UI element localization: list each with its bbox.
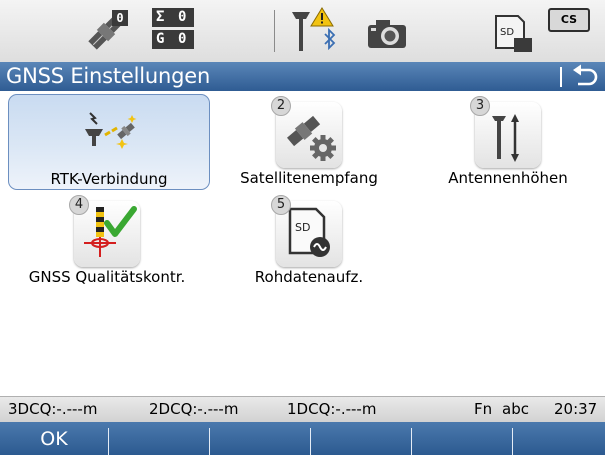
menu-item-antennenhoehen[interactable]: 3 Antennenhöhen bbox=[408, 94, 605, 188]
menu-item-rohdatenaufz[interactable]: 5 SD Rohdatenaufz. bbox=[209, 195, 409, 290]
fkey-5-button[interactable] bbox=[412, 422, 512, 455]
menu-item-label: Antennenhöhen bbox=[448, 169, 568, 187]
status-bar: 0 Σ 0 G 0 SD CS bbox=[0, 0, 605, 63]
counter-icon[interactable]: Σ 0 G 0 bbox=[152, 8, 194, 50]
number-badge: 4 bbox=[69, 195, 89, 215]
title-separator bbox=[560, 67, 562, 87]
menu-item-label: RTK-Verbindung bbox=[50, 170, 168, 188]
fkey-2-button[interactable] bbox=[109, 422, 209, 455]
fkey-3-button[interactable] bbox=[210, 422, 310, 455]
camera-icon[interactable] bbox=[366, 18, 408, 50]
satellite-gear-icon: 2 bbox=[271, 96, 342, 168]
clock: 20:37 bbox=[554, 400, 598, 418]
quality-check-icon: 4 bbox=[69, 195, 140, 267]
back-button[interactable] bbox=[569, 64, 601, 89]
menu-item-label: Rohdatenaufz. bbox=[254, 268, 364, 286]
menu-item-gnss-qualitaetskontr[interactable]: 4 GNSS Qualitätskontr. bbox=[7, 195, 207, 290]
number-badge: 3 bbox=[470, 96, 490, 116]
g-value: 0 bbox=[178, 31, 187, 47]
dcq3-readout: 3DCQ:-.---m bbox=[8, 400, 98, 418]
number-badge: 2 bbox=[271, 96, 291, 116]
function-key-bar: OK bbox=[0, 422, 605, 455]
g-label: G bbox=[156, 31, 165, 47]
sd-card-icon[interactable]: SD bbox=[492, 14, 534, 54]
sigma-label: Σ bbox=[156, 9, 165, 25]
antenna-height-icon: 3 bbox=[470, 96, 541, 168]
dcq1-readout: 1DCQ:-.---m bbox=[287, 400, 377, 418]
status-separator bbox=[274, 10, 275, 52]
sigma-value: 0 bbox=[178, 9, 187, 25]
input-mode-indicator: abc bbox=[502, 400, 529, 418]
bluetooth-icon bbox=[322, 27, 338, 51]
dcq2-readout: 2DCQ:-.---m bbox=[149, 400, 239, 418]
back-arrow-icon bbox=[573, 64, 598, 86]
fkey-4-button[interactable] bbox=[311, 422, 411, 455]
info-bar: 3DCQ:-.---m 2DCQ:-.---m 1DCQ:-.---m Fn a… bbox=[0, 396, 605, 422]
fkey-ok-button[interactable]: OK bbox=[0, 422, 108, 455]
page-title: GNSS Einstellungen bbox=[6, 64, 211, 88]
menu-item-satellitenempfang[interactable]: 2 Satellitenempfang bbox=[209, 94, 409, 188]
raw-data-sd-icon: 5 SD bbox=[271, 195, 342, 267]
menu-item-rtk-verbindung[interactable]: RTK-Verbindung bbox=[8, 94, 210, 190]
number-badge: 5 bbox=[271, 195, 291, 215]
menu-item-label: GNSS Qualitätskontr. bbox=[28, 268, 186, 286]
satellite-count: 0 bbox=[112, 10, 128, 26]
menu-item-label: Satellitenempfang bbox=[240, 169, 378, 187]
title-bar: GNSS Einstellungen bbox=[0, 62, 605, 91]
sd-label: SD bbox=[295, 221, 310, 234]
sd-label: SD bbox=[500, 27, 514, 38]
fn-indicator: Fn bbox=[474, 400, 493, 418]
rtk-connection-icon bbox=[76, 103, 142, 169]
fkey-6-button[interactable] bbox=[513, 422, 605, 455]
cs-badge[interactable]: CS bbox=[548, 8, 590, 32]
